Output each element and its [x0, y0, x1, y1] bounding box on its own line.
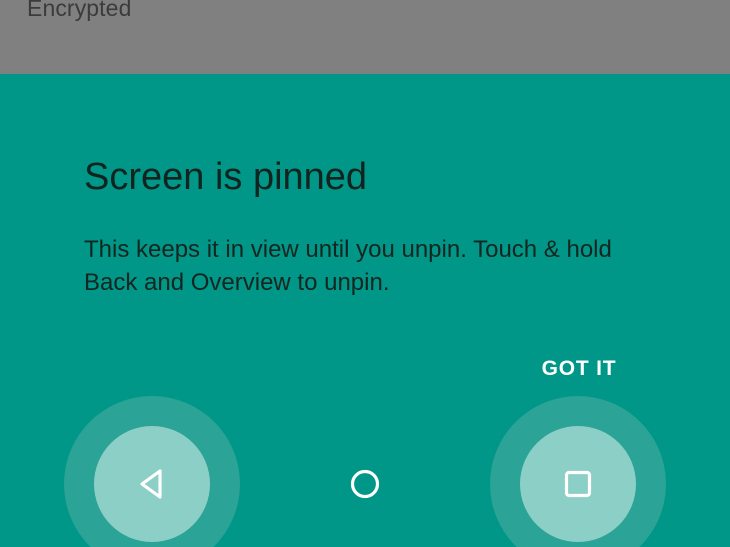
got-it-button[interactable]: GOT IT: [520, 349, 638, 389]
square-icon: [564, 470, 592, 498]
overview-button[interactable]: [478, 396, 678, 547]
status-bar: Encrypted: [0, 0, 730, 74]
pin-overlay-title: Screen is pinned: [84, 156, 368, 198]
navigation-bar: [0, 396, 730, 547]
status-bar-title: Encrypted: [27, 0, 132, 21]
circle-icon: [350, 469, 380, 499]
phone-screen: Encrypted Screen is pinned This keeps it…: [0, 0, 730, 547]
back-button[interactable]: [52, 396, 252, 547]
pin-overlay-description: This keeps it in view until you unpin. T…: [84, 236, 612, 296]
home-button[interactable]: [265, 421, 465, 547]
triangle-left-icon: [140, 469, 162, 499]
